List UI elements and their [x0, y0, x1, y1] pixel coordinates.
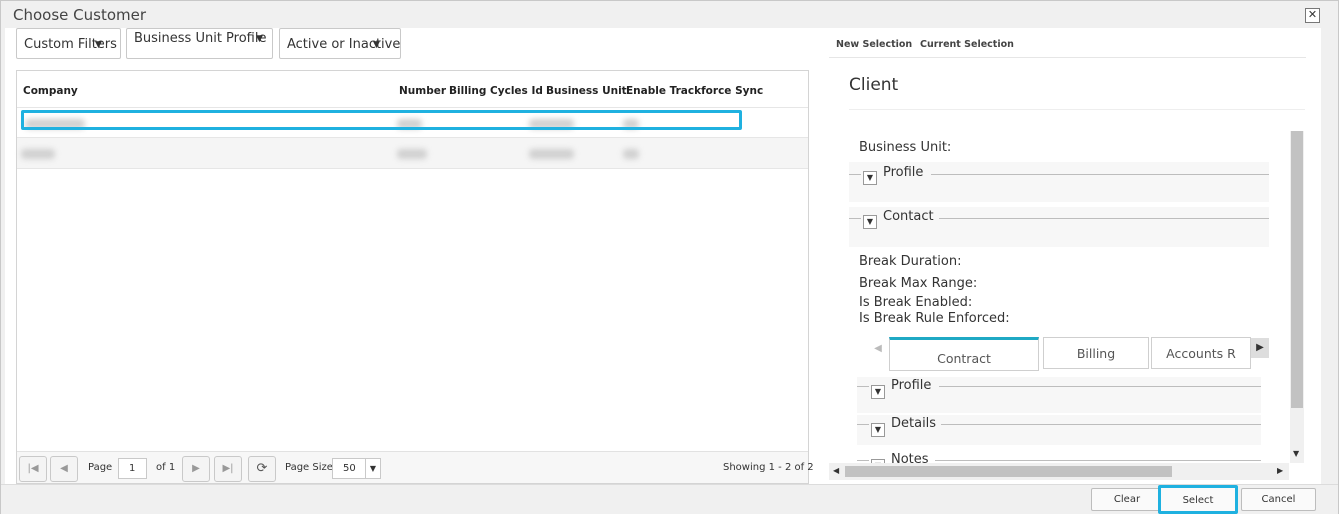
first-page-button[interactable]: |◀ — [19, 456, 47, 482]
vertical-scrollbar[interactable]: ▼ — [1290, 131, 1304, 463]
divider — [931, 174, 1269, 175]
divider — [849, 218, 861, 219]
title-bar: Choose Customer ✕ — [1, 1, 1338, 28]
chevron-down-icon[interactable]: ▼ — [863, 171, 877, 185]
redacted-cell — [21, 149, 55, 159]
previous-page-button[interactable]: ◀ — [50, 456, 78, 482]
break-duration-label: Break Duration: — [859, 254, 962, 269]
choose-customer-dialog: Choose Customer ✕ Custom Filters ▼ Busin… — [0, 0, 1339, 514]
divider — [857, 460, 869, 461]
divider — [941, 424, 1261, 425]
tab-current-selection[interactable]: Current Selection — [920, 39, 1014, 50]
column-header-company[interactable]: Company — [23, 85, 78, 97]
chevron-right-icon[interactable]: ▶ — [1277, 466, 1283, 475]
custom-filters-dropdown[interactable]: Custom Filters ▼ — [16, 28, 121, 59]
selected-row-outline — [21, 110, 742, 130]
redacted-cell — [623, 149, 639, 159]
divider — [939, 218, 1269, 219]
custom-filters-label: Custom Filters — [24, 37, 117, 52]
scroll-left-icon[interactable]: ◀ — [869, 339, 887, 359]
refresh-icon[interactable]: ⟳ — [248, 456, 276, 482]
divider — [939, 386, 1261, 387]
notes-group-label: Notes — [891, 453, 929, 463]
business-unit-label: Business Unit: — [859, 140, 952, 155]
divider — [829, 57, 1306, 58]
divider — [935, 460, 1261, 461]
dialog-title: Choose Customer — [13, 6, 147, 24]
cancel-button[interactable]: Cancel — [1241, 488, 1316, 511]
chevron-down-icon[interactable]: ▼ — [871, 423, 885, 437]
page-size-value: 50 — [343, 463, 356, 474]
client-heading: Client — [849, 75, 899, 95]
divider — [849, 174, 861, 175]
active-inactive-label: Active or Inactive — [287, 37, 401, 52]
chevron-down-icon[interactable]: ▼ — [871, 385, 885, 399]
horizontal-scrollbar[interactable]: ◀ ▶ — [829, 463, 1289, 480]
chevron-down-icon: ▼ — [365, 459, 380, 478]
notes-group: ▼ Notes — [857, 453, 1261, 463]
subtab-contract[interactable]: Contract — [889, 337, 1039, 371]
contact-group-label: Contact — [883, 209, 934, 224]
chevron-down-icon[interactable]: ▼ — [863, 215, 877, 229]
subtab-billing[interactable]: Billing — [1043, 337, 1149, 369]
chevron-down-icon: ▼ — [373, 40, 380, 50]
page-count: of 1 — [156, 462, 176, 473]
page-size-label: Page Size — [285, 462, 333, 473]
clear-button[interactable]: Clear — [1091, 488, 1163, 511]
is-break-rule-enforced-label: Is Break Rule Enforced: — [859, 311, 1010, 325]
chevron-down-icon[interactable]: ▼ — [1293, 449, 1299, 458]
grid-pager: |◀ ◀ Page 1 of 1 ▶ ▶| ⟳ Page Size 50 ▼ S… — [17, 451, 814, 483]
column-header-business-unit[interactable]: Business Unit — [546, 85, 627, 97]
break-max-range-label: Break Max Range: — [859, 276, 978, 291]
page-number-input[interactable]: 1 — [118, 458, 147, 479]
page-size-select[interactable]: 50 ▼ — [332, 458, 381, 479]
last-page-button[interactable]: ▶| — [214, 456, 242, 482]
tab-new-selection[interactable]: New Selection — [836, 39, 912, 50]
divider — [857, 424, 869, 425]
dialog-footer: Clear Select Cancel — [1, 484, 1338, 514]
profile-group-label: Profile — [883, 165, 924, 180]
details-group-label: Details — [891, 416, 937, 431]
chevron-down-icon: ▼ — [95, 40, 102, 50]
redacted-cell — [397, 149, 427, 159]
scroll-right-icon[interactable]: ▶ — [1251, 338, 1269, 358]
select-button[interactable]: Select — [1158, 485, 1238, 514]
subtab-accounts-r[interactable]: Accounts R — [1151, 337, 1251, 369]
scrollbar-thumb[interactable] — [845, 466, 1172, 477]
redacted-cell — [529, 149, 574, 159]
column-header-billing-cycles-id[interactable]: Billing Cycles Id — [449, 85, 543, 97]
is-break-enabled-label: Is Break Enabled: — [859, 295, 973, 310]
chevron-left-icon[interactable]: ◀ — [833, 466, 839, 475]
next-page-button[interactable]: ▶ — [182, 456, 210, 482]
close-icon[interactable]: ✕ — [1305, 8, 1320, 23]
business-unit-profile-dropdown[interactable]: Business Unit Profile ▼ — [126, 28, 273, 59]
divider — [849, 109, 1305, 110]
column-header-enable-trackforce-sync[interactable]: Enable Trackforce Sync — [626, 85, 763, 97]
scrollbar-thumb[interactable] — [1291, 131, 1303, 408]
contract-profile-label: Profile — [891, 378, 932, 393]
table-row[interactable] — [17, 137, 808, 169]
customer-grid: Company Number Billing Cycles Id Busines… — [16, 70, 814, 484]
showing-count: Showing 1 - 2 of 2 — [723, 462, 814, 473]
business-unit-profile-label: Business Unit Profile — [134, 31, 267, 46]
divider — [857, 386, 869, 387]
active-inactive-dropdown[interactable]: Active or Inactive ▼ — [279, 28, 401, 59]
page-label: Page — [88, 462, 113, 473]
column-header-number[interactable]: Number — [399, 85, 446, 97]
chevron-down-icon: ▼ — [256, 34, 263, 44]
